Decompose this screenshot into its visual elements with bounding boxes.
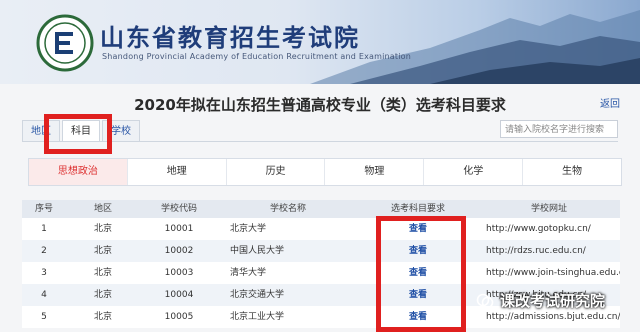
- cell-no: 2: [41, 246, 47, 256]
- cell-no: 4: [41, 290, 47, 300]
- cell-name: 北京大学: [230, 224, 267, 234]
- cell-url[interactable]: http://www.gotopku.cn/: [478, 218, 620, 240]
- wechat-icon: [476, 293, 494, 308]
- cell-code: 10003: [164, 268, 194, 278]
- academy-logo-icon: [36, 14, 94, 72]
- cell-url[interactable]: http://www.join-tsinghua.edu.cn/: [478, 262, 620, 284]
- highlight-box-view: [376, 216, 466, 332]
- cell-code: 10002: [164, 246, 194, 256]
- cell-code: 10005: [164, 312, 194, 322]
- cell-region: 北京: [93, 312, 112, 322]
- cell-no: 5: [41, 312, 47, 322]
- cell-region: 北京: [93, 268, 112, 278]
- watermark-text: 课改考试研究院: [500, 292, 606, 310]
- site-title: 山东省教育招生考试院: [100, 24, 360, 52]
- cell-region: 北京: [93, 246, 112, 256]
- table-row: 2 北京 10002 中国人民大学 查看 http://rdzs.ruc.edu…: [22, 240, 620, 262]
- cell-region: 北京: [93, 224, 112, 234]
- header-url: 学校网址: [530, 204, 567, 214]
- subject-biology[interactable]: 生物: [523, 159, 621, 185]
- subject-geography[interactable]: 地理: [128, 159, 227, 185]
- cell-name: 北京交通大学: [230, 290, 285, 300]
- back-link[interactable]: 返回: [600, 95, 620, 110]
- header-banner: 山东省教育招生考试院 Shandong Provincial Academy o…: [0, 0, 640, 84]
- table-header: 序号 地区 学校代码 学校名称 选考科目要求 学校网址: [22, 200, 620, 218]
- subject-history[interactable]: 历史: [227, 159, 326, 185]
- subject-physics[interactable]: 物理: [325, 159, 425, 185]
- page-title: 2020年拟在山东招生普通高校专业（类）选考科目要求: [134, 96, 506, 114]
- table-row: 1 北京 10001 北京大学 查看 http://www.gotopku.cn…: [22, 218, 620, 240]
- header-no: 序号: [34, 204, 53, 214]
- table-row: 3 北京 10003 清华大学 查看 http://www.join-tsing…: [22, 262, 620, 284]
- cell-url[interactable]: http://rdzs.ruc.edu.cn/: [478, 240, 620, 262]
- subject-selector: 思想政治 地理 历史 物理 化学 生物: [28, 158, 622, 186]
- cell-no: 1: [41, 224, 47, 234]
- cell-code: 10004: [164, 290, 194, 300]
- watermark: 课改考试研究院: [476, 290, 605, 311]
- cell-no: 3: [41, 268, 47, 278]
- subject-chemistry[interactable]: 化学: [424, 159, 524, 185]
- cell-name: 清华大学: [230, 268, 267, 278]
- cell-code: 10001: [164, 224, 194, 234]
- site-subtitle: Shandong Provincial Academy of Education…: [102, 52, 412, 61]
- header-name: 学校名称: [269, 204, 306, 214]
- header-code: 学校代码: [160, 204, 197, 214]
- subject-politics[interactable]: 思想政治: [29, 159, 128, 185]
- cell-region: 北京: [93, 290, 112, 300]
- header-region: 地区: [93, 204, 112, 214]
- cell-name: 中国人民大学: [230, 246, 285, 256]
- search-input[interactable]: 请输入院校名字进行搜索: [500, 120, 618, 138]
- highlight-box-tab: [44, 114, 112, 154]
- cell-name: 北京工业大学: [230, 312, 285, 322]
